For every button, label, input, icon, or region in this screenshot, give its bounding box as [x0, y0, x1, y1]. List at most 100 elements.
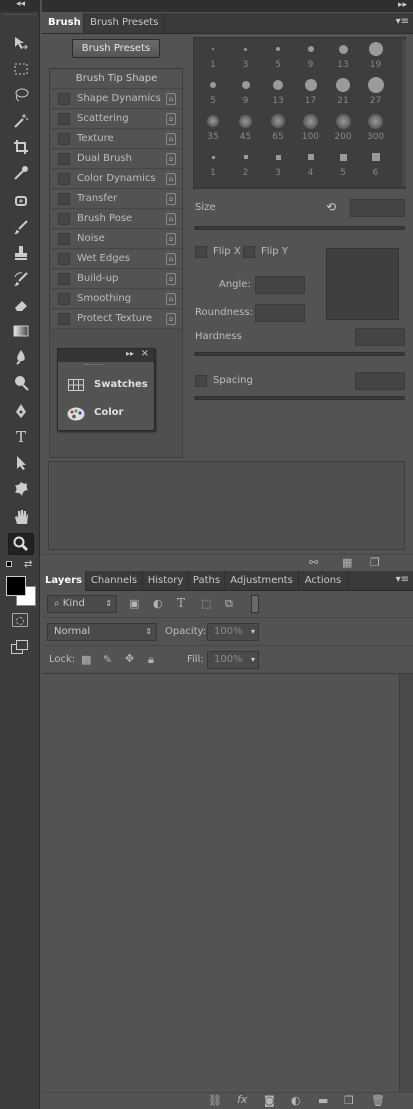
- lock-icon[interactable]: ⌂: [166, 253, 176, 265]
- history-brush-tool[interactable]: [8, 268, 34, 290]
- clone-stamp-tool[interactable]: [8, 242, 34, 264]
- lock-icon[interactable]: ⌂: [166, 213, 176, 225]
- new-layer-icon[interactable]: ❐: [344, 1094, 354, 1107]
- brush-tip[interactable]: 27: [359, 76, 393, 112]
- brush-option-item[interactable]: Texture ⌂: [51, 130, 182, 149]
- path-selection-tool[interactable]: [8, 452, 34, 474]
- brush-option-item[interactable]: Transfer ⌂: [51, 190, 182, 209]
- adjustment-icon[interactable]: ◐: [291, 1094, 301, 1107]
- option-checkbox[interactable]: [58, 213, 70, 225]
- lock-icon[interactable]: ⌂: [166, 313, 176, 325]
- spacing-slider[interactable]: [194, 396, 405, 400]
- eyedropper-tool[interactable]: [8, 162, 34, 184]
- filter-toggle[interactable]: [251, 595, 259, 613]
- option-checkbox[interactable]: [58, 93, 70, 105]
- brush-tip[interactable]: 1: [196, 40, 230, 76]
- color-item[interactable]: Color: [94, 407, 123, 418]
- lasso-tool[interactable]: [8, 84, 34, 106]
- brush-tip[interactable]: 19: [359, 40, 393, 76]
- brush-tip[interactable]: 3: [261, 148, 295, 184]
- expand-icon[interactable]: ▸▸: [126, 349, 134, 358]
- option-checkbox[interactable]: [58, 133, 70, 145]
- floating-panel-header[interactable]: ▸▸ ×: [58, 348, 154, 362]
- collapse-icon[interactable]: ◂◂: [16, 0, 25, 9]
- type-tool[interactable]: T: [8, 426, 34, 448]
- tab-actions[interactable]: Actions: [299, 571, 348, 591]
- brush-tool[interactable]: [8, 216, 34, 238]
- toggle-live-tip-icon[interactable]: ⚯: [309, 556, 318, 569]
- gradient-tool[interactable]: [8, 320, 34, 342]
- spacing-field[interactable]: [355, 372, 405, 390]
- brush-option-item[interactable]: Build-up ⌂: [51, 270, 182, 289]
- brush-tip[interactable]: 13: [326, 40, 360, 76]
- option-checkbox[interactable]: [58, 153, 70, 165]
- spacing-checkbox[interactable]: [195, 375, 207, 387]
- grid-icon[interactable]: ▦: [342, 556, 352, 569]
- tab-paths[interactable]: Paths: [189, 571, 225, 591]
- brush-option-item[interactable]: Brush Pose ⌂: [51, 210, 182, 229]
- brush-tip[interactable]: 9: [294, 40, 328, 76]
- swap-colors-icon[interactable]: ⇄: [24, 559, 32, 570]
- mask-icon[interactable]: ◙: [264, 1094, 275, 1107]
- tab-adjustments[interactable]: Adjustments: [225, 571, 299, 591]
- size-slider[interactable]: [194, 226, 405, 230]
- brush-angle-preview[interactable]: [326, 248, 399, 320]
- magic-wand-tool[interactable]: [8, 110, 34, 132]
- brush-option-item[interactable]: Brush Tip Shape: [51, 70, 182, 89]
- roundness-field[interactable]: [255, 304, 305, 322]
- eraser-tool[interactable]: [8, 294, 34, 316]
- layers-scrollbar[interactable]: [399, 674, 413, 1092]
- option-checkbox[interactable]: [58, 293, 70, 305]
- lock-icon[interactable]: ⌂: [166, 193, 176, 205]
- healing-brush-tool[interactable]: [8, 190, 34, 212]
- panel-dock-header[interactable]: ▸▸: [42, 0, 413, 12]
- brush-tip[interactable]: 9: [229, 76, 263, 112]
- link-icon[interactable]: ⛓: [208, 1094, 222, 1107]
- lock-position-icon[interactable]: ✥: [125, 652, 134, 665]
- marquee-tool[interactable]: [8, 58, 34, 80]
- screen-mode-icon[interactable]: [11, 640, 29, 654]
- option-checkbox[interactable]: [58, 193, 70, 205]
- brush-presets-button[interactable]: Brush Presets: [72, 39, 160, 58]
- brush-tip[interactable]: 65: [261, 112, 295, 148]
- opacity-field[interactable]: 100% ▾: [207, 623, 259, 641]
- brush-tip[interactable]: 13: [261, 76, 295, 112]
- brush-tip[interactable]: 5: [196, 76, 230, 112]
- smart-object-filter-icon[interactable]: ⧉: [225, 597, 233, 611]
- trash-icon[interactable]: 🗑︎: [371, 1094, 385, 1107]
- brush-tip[interactable]: 35: [196, 112, 230, 148]
- tab-layers[interactable]: Layers: [42, 571, 86, 591]
- brush-option-item[interactable]: Protect Texture ⌂: [51, 310, 182, 329]
- brush-tip[interactable]: 6: [359, 148, 393, 184]
- flip-y-checkbox[interactable]: [243, 246, 255, 258]
- hardness-slider[interactable]: [194, 352, 405, 356]
- lock-icon[interactable]: ⌂: [166, 133, 176, 145]
- brush-tip[interactable]: 5: [261, 40, 295, 76]
- pixel-filter-icon[interactable]: ▣: [129, 597, 139, 610]
- default-colors-icon[interactable]: [6, 561, 12, 567]
- brush-tip[interactable]: 4: [294, 148, 328, 184]
- collapse-dock-icon[interactable]: ▸▸: [398, 0, 407, 10]
- brush-tip[interactable]: 3: [229, 40, 263, 76]
- brush-tip[interactable]: 2: [229, 148, 263, 184]
- shape-tool[interactable]: [8, 478, 34, 500]
- option-checkbox[interactable]: [58, 253, 70, 265]
- tab-history[interactable]: History: [143, 571, 189, 591]
- new-preset-icon[interactable]: ❐: [370, 556, 380, 569]
- angle-field[interactable]: [255, 276, 305, 294]
- brush-option-item[interactable]: Smoothing ⌂: [51, 290, 182, 309]
- option-checkbox[interactable]: [58, 313, 70, 325]
- lock-icon[interactable]: ⌂: [166, 273, 176, 285]
- grip[interactable]: [4, 14, 36, 16]
- brush-option-item[interactable]: Scattering ⌂: [51, 110, 182, 129]
- option-checkbox[interactable]: [58, 113, 70, 125]
- brush-tip[interactable]: 100: [294, 112, 328, 148]
- lock-icon[interactable]: ⌂: [166, 153, 176, 165]
- hand-tool[interactable]: [8, 506, 34, 528]
- lock-icon[interactable]: ⌂: [166, 293, 176, 305]
- type-filter-icon[interactable]: T: [177, 596, 185, 610]
- brush-tip[interactable]: 17: [294, 76, 328, 112]
- tab-brush[interactable]: Brush: [42, 13, 84, 33]
- dodge-tool[interactable]: [8, 372, 34, 394]
- zoom-tool[interactable]: [8, 533, 34, 555]
